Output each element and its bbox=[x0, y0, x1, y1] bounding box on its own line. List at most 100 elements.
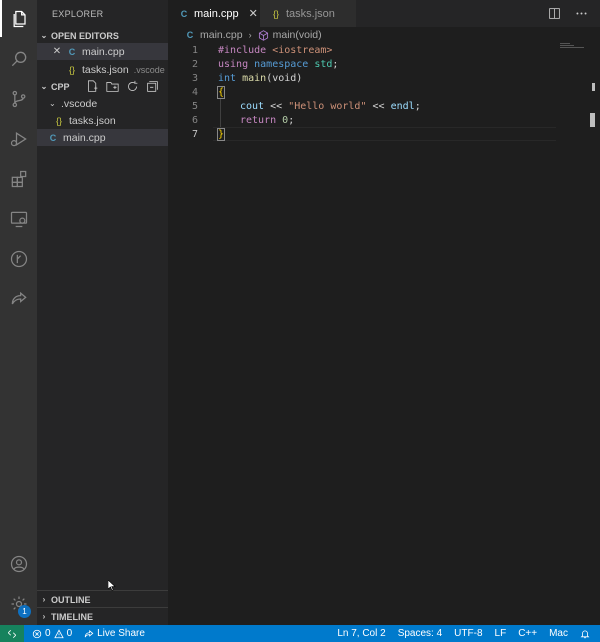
breadcrumb: C main.cpp › main(void) bbox=[168, 27, 600, 43]
run-debug-icon[interactable] bbox=[0, 120, 37, 157]
tab-label: tasks.json bbox=[286, 7, 335, 20]
breadcrumb-file[interactable]: main.cpp bbox=[200, 29, 243, 41]
refresh-icon[interactable] bbox=[126, 80, 139, 93]
token: << bbox=[372, 100, 385, 112]
account-icon[interactable] bbox=[0, 545, 37, 582]
end-of-line[interactable]: LF bbox=[495, 628, 507, 639]
outline-header[interactable]: › OUTLINE bbox=[37, 591, 168, 608]
extensions-icon[interactable] bbox=[0, 160, 37, 197]
indentation[interactable]: Spaces: 4 bbox=[398, 628, 442, 639]
code-text: return 0; bbox=[240, 115, 294, 126]
more-actions-icon[interactable] bbox=[575, 7, 588, 20]
open-editors-header[interactable]: ⌄ OPEN EDITORS bbox=[37, 27, 168, 44]
timeline-label: TIMELINE bbox=[51, 611, 93, 622]
status-left: 0 0 Live Share bbox=[32, 628, 145, 639]
line-number: 2 bbox=[191, 58, 198, 70]
notification-badge: 1 bbox=[18, 605, 31, 618]
remote-indicator[interactable] bbox=[0, 625, 24, 642]
tree-folder-label: .vscode bbox=[61, 97, 98, 110]
collapse-all-icon[interactable] bbox=[146, 80, 159, 93]
files-icon[interactable] bbox=[0, 0, 37, 37]
notifications-bell-icon[interactable] bbox=[580, 629, 590, 639]
token: using bbox=[218, 58, 249, 70]
warning-icon bbox=[53, 628, 64, 638]
open-editor-main-cpp[interactable]: ✕ C main.cpp bbox=[37, 43, 168, 60]
status-bar: 0 0 Live Share Ln 7, Col 2 Spaces: 4 UTF… bbox=[0, 625, 600, 642]
error-icon bbox=[32, 629, 42, 638]
tree-file-label: main.cpp bbox=[63, 131, 106, 144]
tab-tasks-json[interactable]: {} tasks.json bbox=[260, 0, 356, 27]
line-number: 7 bbox=[191, 128, 198, 140]
code-text: cout << "Hello world" << endl; bbox=[240, 101, 421, 112]
code-line: 2 using namespace std; bbox=[168, 57, 558, 71]
remote-explorer-icon[interactable] bbox=[0, 200, 37, 237]
folder-label: CPP bbox=[51, 81, 70, 92]
token: "Hello world" bbox=[288, 100, 367, 112]
open-editors-label: OPEN EDITORS bbox=[51, 30, 119, 41]
line-number: 6 bbox=[191, 114, 198, 126]
token: (void) bbox=[266, 72, 303, 84]
token: endl bbox=[390, 100, 415, 112]
scrollbar-thumb[interactable] bbox=[590, 113, 595, 127]
explorer-title: EXPLORER bbox=[52, 9, 104, 19]
minimap[interactable] bbox=[560, 43, 590, 53]
code-text: } bbox=[216, 127, 226, 141]
settings-gear-icon[interactable]: 1 bbox=[0, 585, 37, 622]
split-editor-icon[interactable] bbox=[548, 7, 561, 20]
status-right: Ln 7, Col 2 Spaces: 4 UTF-8 LF C++ Mac bbox=[337, 625, 590, 642]
code-line: 5 cout << "Hello world" << endl; bbox=[168, 99, 558, 113]
token: << bbox=[270, 100, 283, 112]
cpp-file-icon: C bbox=[49, 132, 57, 143]
token: ; bbox=[414, 100, 421, 112]
open-editor-label: tasks.json bbox=[82, 63, 129, 76]
platform-config[interactable]: Mac bbox=[549, 628, 568, 639]
open-editor-tasks-json[interactable]: {} tasks.json .vscode bbox=[37, 61, 168, 78]
timeline-header[interactable]: › TIMELINE bbox=[37, 608, 168, 625]
tree-file-tasks-json[interactable]: {} tasks.json bbox=[37, 112, 168, 129]
outline-label: OUTLINE bbox=[51, 594, 91, 605]
tree-folder-vscode[interactable]: ⌄ .vscode bbox=[37, 95, 168, 112]
tab-main-cpp[interactable]: C main.cpp ✕ bbox=[168, 0, 260, 27]
chevron-right-icon: › bbox=[248, 30, 252, 40]
token: ; bbox=[332, 58, 339, 70]
activity-bar: 1 bbox=[0, 0, 37, 625]
line-number: 4 bbox=[191, 86, 198, 98]
tree-file-label: tasks.json bbox=[69, 114, 116, 127]
chevron-down-icon: ⌄ bbox=[40, 82, 48, 91]
json-file-icon: {} bbox=[68, 64, 75, 75]
language-mode[interactable]: C++ bbox=[518, 628, 537, 639]
source-control-icon[interactable] bbox=[0, 80, 37, 117]
new-file-icon[interactable] bbox=[86, 80, 99, 93]
chevron-down-icon: ⌄ bbox=[49, 99, 56, 108]
code-text: int main(void) bbox=[218, 73, 302, 84]
close-icon[interactable]: ✕ bbox=[51, 46, 63, 57]
cpp-file-icon: C bbox=[68, 46, 76, 57]
live-share-icon bbox=[84, 629, 94, 637]
encoding[interactable]: UTF-8 bbox=[454, 628, 482, 639]
search-icon[interactable] bbox=[0, 40, 37, 77]
token: cout bbox=[240, 100, 265, 112]
method-icon bbox=[258, 29, 268, 41]
minimap-line bbox=[560, 43, 570, 44]
new-folder-icon[interactable] bbox=[106, 80, 119, 93]
live-share-status[interactable]: Live Share bbox=[84, 628, 145, 639]
code-editor[interactable]: 1 #include <iostream> 2 using namespace … bbox=[168, 43, 600, 625]
editor-tab-bar: C main.cpp ✕ {} tasks.json bbox=[168, 0, 600, 27]
open-editor-detail: .vscode bbox=[133, 64, 165, 75]
live-share-icon[interactable] bbox=[0, 280, 37, 317]
line-number: 5 bbox=[191, 100, 198, 112]
close-icon[interactable]: ✕ bbox=[249, 7, 258, 20]
cursor-position[interactable]: Ln 7, Col 2 bbox=[337, 628, 385, 639]
chevron-right-icon: › bbox=[42, 595, 46, 604]
token: int bbox=[218, 72, 237, 84]
cpp-file-icon: C bbox=[180, 8, 188, 19]
token: main bbox=[242, 72, 267, 84]
folder-header-cpp[interactable]: ⌄ CPP bbox=[37, 78, 168, 95]
line-number: 3 bbox=[191, 72, 198, 84]
problems-indicator[interactable]: 0 0 bbox=[32, 628, 72, 639]
line-number: 1 bbox=[191, 44, 198, 56]
tree-file-main-cpp[interactable]: C main.cpp bbox=[37, 129, 168, 146]
code-line: 4 { bbox=[168, 85, 558, 99]
git-graph-icon[interactable] bbox=[0, 240, 37, 277]
breadcrumb-symbol[interactable]: main(void) bbox=[273, 29, 322, 41]
